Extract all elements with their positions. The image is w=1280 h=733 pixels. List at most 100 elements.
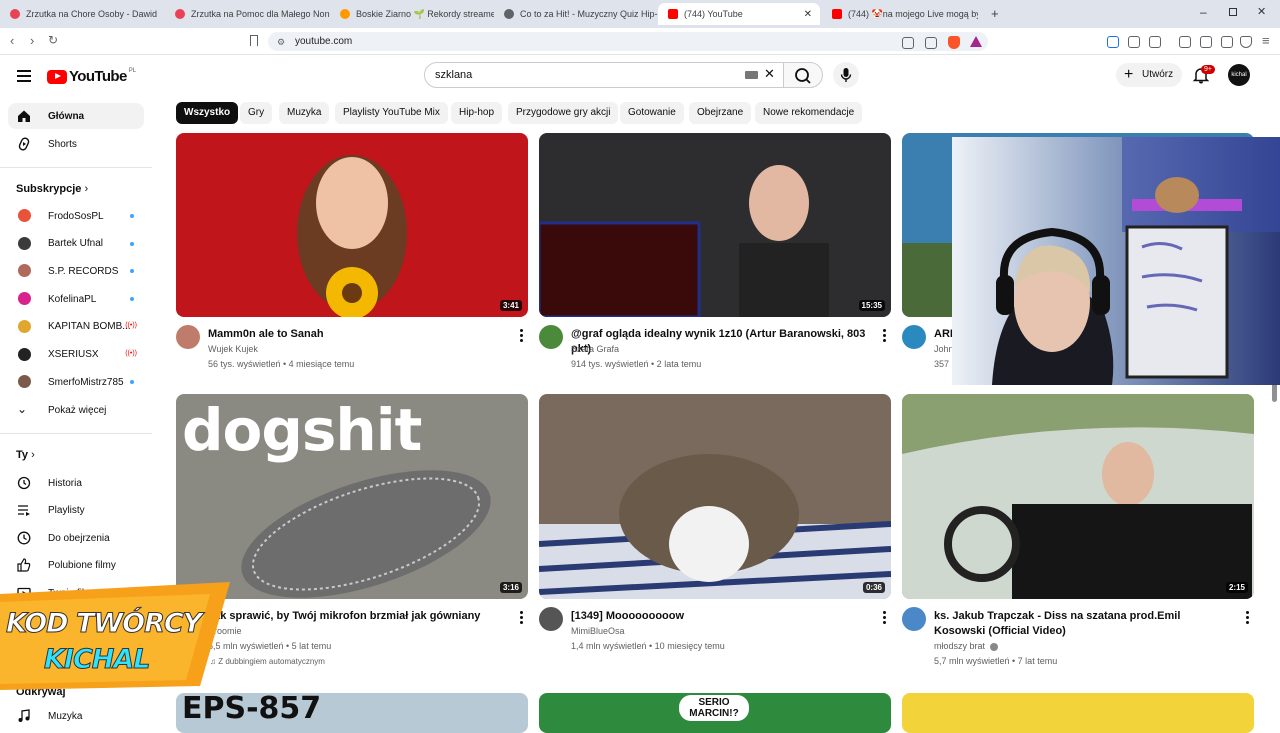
sidebar-subscription-item[interactable]: Bartek Ufnal bbox=[8, 231, 144, 257]
channel-name[interactable]: John bbox=[934, 342, 954, 357]
channel-avatar[interactable] bbox=[902, 607, 926, 631]
keyboard-icon[interactable] bbox=[745, 71, 758, 79]
chevron-right-icon: › bbox=[84, 183, 89, 195]
brave-shield-icon[interactable] bbox=[948, 36, 960, 49]
create-button[interactable]: + Utwórz bbox=[1116, 63, 1182, 87]
subscriptions-header[interactable]: Subskrypcje › bbox=[16, 183, 88, 195]
browser-tab[interactable]: (744) 🤡na mojego Live mogą być bbox=[822, 3, 978, 25]
close-window-icon[interactable]: ✕ bbox=[1257, 5, 1266, 18]
back-icon[interactable]: ‹ bbox=[10, 33, 14, 48]
sidebar-item-history[interactable]: Historia bbox=[8, 470, 144, 496]
filter-chip[interactable]: Playlisty YouTube Mix bbox=[335, 102, 448, 124]
minimize-icon[interactable]: – bbox=[1200, 5, 1207, 19]
shield-icon[interactable] bbox=[1240, 36, 1252, 48]
video-thumbnail[interactable]: SERIO MARCIN!? bbox=[539, 693, 891, 733]
sidebar-subscription-item[interactable]: KofelinaPL bbox=[8, 286, 144, 312]
video-title[interactable]: Mamm0n ale to Sanah bbox=[208, 327, 508, 342]
reload-icon[interactable]: ↻ bbox=[48, 33, 58, 47]
sidebar-item-music[interactable]: Muzyka bbox=[8, 703, 144, 729]
search-button[interactable] bbox=[783, 62, 823, 88]
sidebar-subscription-item[interactable]: KAPITAN BOMB... ((•)) bbox=[8, 314, 144, 340]
sidebar-subscription-item[interactable]: SmerfoMistrz785 bbox=[8, 369, 144, 395]
sidebar-show-more[interactable]: ⌄ Pokaż więcej bbox=[8, 397, 144, 423]
restore-icon[interactable] bbox=[1229, 8, 1237, 16]
extension-icon[interactable] bbox=[1149, 36, 1161, 48]
video-title[interactable]: ks. Jakub Trapczak - Diss na szatana pro… bbox=[934, 609, 1234, 639]
channel-avatar bbox=[18, 347, 31, 361]
account-avatar[interactable]: kichal bbox=[1228, 64, 1250, 86]
youtube-logo[interactable]: YouTube PL bbox=[47, 68, 136, 85]
channel-avatar[interactable] bbox=[176, 325, 200, 349]
voice-search-button[interactable] bbox=[833, 62, 859, 88]
sidebar-item-shorts[interactable]: Shorts bbox=[8, 131, 144, 157]
filter-chip[interactable]: Muzyka bbox=[279, 102, 330, 124]
video-thumbnail[interactable]: 15:35 bbox=[539, 133, 891, 317]
filter-chip[interactable]: Gry bbox=[240, 102, 273, 124]
translate-icon[interactable] bbox=[1107, 36, 1119, 48]
browser-tab-active[interactable]: (744) YouTube ✕ bbox=[658, 3, 820, 25]
channel-avatar bbox=[18, 236, 31, 250]
channel-avatar[interactable] bbox=[539, 607, 563, 631]
channel-name: Bartek Ufnal bbox=[48, 238, 104, 250]
close-tab-icon[interactable]: ✕ bbox=[804, 9, 812, 20]
channel-name[interactable]: Szafa Grafa bbox=[571, 342, 619, 357]
sidebar-subscription-item[interactable]: S.P. RECORDS bbox=[8, 258, 144, 284]
browser-tab[interactable]: Co to za Hit! - Muzyczny Quiz Hip-H bbox=[494, 3, 658, 25]
site-info-icon[interactable]: ⚙ bbox=[277, 37, 285, 48]
more-options-icon[interactable] bbox=[883, 329, 886, 344]
video-duration-badge: 0:36 bbox=[862, 582, 885, 593]
video-thumbnail[interactable]: dogshit 3:16 bbox=[176, 394, 528, 599]
sidebar-icon[interactable] bbox=[1179, 36, 1191, 48]
more-options-icon[interactable] bbox=[520, 611, 523, 626]
video-title[interactable]: [1349] Mooooooooow bbox=[571, 609, 871, 624]
wallet-icon[interactable] bbox=[1200, 36, 1212, 48]
video-title[interactable]: Jak sprawić, by Twój mikrofon brzmiał ja… bbox=[208, 609, 508, 624]
channel-name[interactable]: Wujek Kujek bbox=[208, 342, 258, 357]
filter-chip[interactable]: Gotowanie bbox=[620, 102, 684, 124]
extensions-icon[interactable] bbox=[1128, 36, 1140, 48]
new-tab-icon[interactable]: + bbox=[991, 6, 999, 21]
filter-chip[interactable]: Nowe rekomendacje bbox=[755, 102, 863, 124]
home-icon bbox=[18, 110, 30, 122]
bookmark-icon[interactable] bbox=[250, 35, 258, 46]
video-thumbnail[interactable]: 2:15 bbox=[902, 394, 1254, 599]
sidebar-subscription-item[interactable]: FrodoSosPL bbox=[8, 203, 144, 229]
channel-avatar[interactable] bbox=[539, 325, 563, 349]
filter-chip[interactable]: Obejrzane bbox=[689, 102, 752, 124]
vpn-icon[interactable] bbox=[1221, 36, 1233, 48]
search-input[interactable]: szklana bbox=[424, 62, 784, 88]
browser-tab[interactable]: Zrzutka na Pomoc dla Małego Noni bbox=[165, 3, 330, 25]
sidebar-subscription-item[interactable]: XSERIUSX ((•)) bbox=[8, 342, 144, 368]
filter-chip[interactable]: Przygodowe gry akcji bbox=[508, 102, 619, 124]
sidebar-item-liked[interactable]: Polubione filmy bbox=[8, 552, 144, 578]
video-thumbnail[interactable]: 3:41 bbox=[176, 133, 528, 317]
video-thumbnail[interactable]: EPS-857 bbox=[176, 693, 528, 733]
youtube-favicon-icon bbox=[832, 9, 842, 19]
more-options-icon[interactable] bbox=[1246, 611, 1249, 626]
filter-chip[interactable]: Hip-hop bbox=[451, 102, 503, 124]
channel-name[interactable]: młodszy brat bbox=[934, 639, 985, 654]
sidebar-item-playlists[interactable]: Playlisty bbox=[8, 497, 144, 523]
cast-icon[interactable] bbox=[902, 37, 914, 49]
more-options-icon[interactable] bbox=[520, 329, 523, 344]
clear-search-icon[interactable]: ✕ bbox=[764, 66, 775, 82]
forward-icon[interactable]: › bbox=[30, 33, 34, 48]
browser-tab[interactable]: Zrzutka na Chore Osoby - Dawid bbox=[0, 3, 165, 25]
brave-rewards-icon[interactable] bbox=[970, 36, 982, 47]
browser-tab[interactable]: Boskie Ziarno 🌱 Rekordy streamerów bbox=[330, 3, 494, 25]
menu-icon[interactable] bbox=[17, 70, 31, 85]
more-options-icon[interactable] bbox=[883, 611, 886, 626]
sidebar-item-home[interactable]: Główna bbox=[8, 103, 144, 129]
video-thumbnail[interactable]: 0:36 bbox=[539, 394, 891, 599]
mic-icon bbox=[840, 68, 852, 82]
channel-avatar[interactable] bbox=[902, 325, 926, 349]
browser-menu-icon[interactable]: ≡ bbox=[1262, 33, 1270, 48]
channel-name[interactable]: MimiBlueOsa bbox=[571, 624, 625, 639]
address-bar[interactable]: youtube.com bbox=[268, 32, 988, 51]
sidebar-item-watch-later[interactable]: Do obejrzenia bbox=[8, 525, 144, 551]
browser-toolbar: ‹ › ↻ youtube.com ⚙ ≡ bbox=[0, 28, 1280, 55]
share-icon[interactable] bbox=[925, 37, 937, 49]
filter-chip[interactable]: Wszystko bbox=[176, 102, 239, 124]
you-header[interactable]: Ty › bbox=[16, 449, 35, 461]
video-thumbnail[interactable] bbox=[902, 693, 1254, 733]
